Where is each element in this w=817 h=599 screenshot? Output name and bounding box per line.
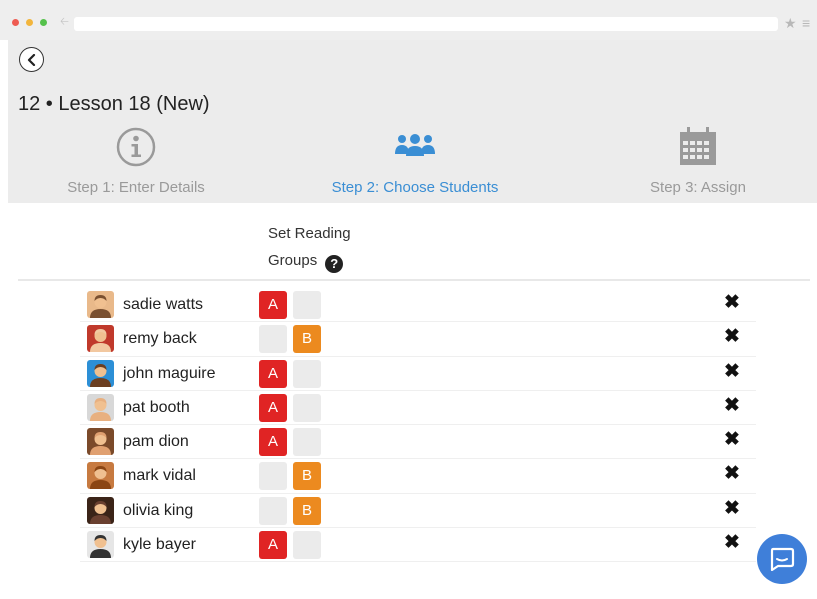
student-name: remy back [123, 330, 197, 348]
step-enter-details[interactable]: Step 1: Enter Details [56, 126, 216, 196]
app-window: 🡠 ★ ≡ 12 • Lesson 18 (New) Step 1: Enter… [0, 0, 817, 599]
student-avatar [87, 325, 114, 353]
maximize-window-dot[interactable] [40, 19, 47, 26]
step-label: Step 2: Choose Students [331, 179, 499, 196]
heading-line-2-text: Groups [268, 252, 318, 269]
student-row: mark vidal B ✖ [80, 459, 756, 494]
remove-student-icon[interactable]: ✖ [724, 326, 740, 348]
heading-line-1: Set Reading [268, 225, 351, 242]
group-a-toggle[interactable]: A [259, 359, 287, 388]
student-row: remy back B ✖ [80, 322, 756, 357]
remove-student-icon[interactable]: ✖ [724, 429, 740, 451]
remove-student-icon[interactable]: ✖ [724, 532, 740, 554]
student-name: sadie watts [123, 296, 204, 313]
back-button[interactable] [19, 47, 44, 72]
chat-button[interactable] [757, 534, 807, 584]
address-bar[interactable] [74, 17, 778, 31]
remove-student-icon[interactable]: ✖ [724, 395, 740, 417]
back-arrow-icon[interactable]: 🡠 [60, 13, 69, 32]
close-window-dot[interactable] [12, 19, 19, 26]
student-row: kyle bayer A ✖ [80, 528, 756, 563]
remove-student-icon[interactable]: ✖ [724, 292, 740, 314]
student-avatar [87, 428, 114, 456]
group-b-toggle[interactable] [293, 359, 321, 388]
group-b-toggle[interactable]: B [293, 496, 321, 525]
student-avatar [87, 531, 114, 559]
info-icon [116, 127, 156, 167]
step-label: Step 3: Assign [650, 179, 746, 196]
student-name: john maguire [123, 364, 216, 382]
group-b-toggle[interactable] [293, 393, 321, 422]
remove-student-icon[interactable]: ✖ [724, 463, 740, 485]
student-name: kyle bayer [123, 536, 196, 554]
student-name: pam dion [123, 433, 189, 451]
group-b-toggle[interactable]: B [293, 462, 321, 491]
step-label: Step 1: Enter Details [67, 179, 205, 196]
page-title: 12 • Lesson 18 (New) [18, 93, 210, 115]
student-avatar [87, 462, 114, 490]
group-b-toggle[interactable] [293, 531, 321, 560]
remove-student-icon[interactable]: ✖ [724, 498, 740, 520]
group-icon [395, 134, 435, 156]
minimize-window-dot[interactable] [26, 19, 33, 26]
remove-student-icon[interactable]: ✖ [724, 361, 740, 383]
student-avatar [87, 359, 114, 387]
chat-icon [770, 547, 795, 571]
student-row: pat booth A ✖ [80, 391, 756, 426]
student-avatar [87, 393, 114, 421]
student-name: pat booth [123, 398, 190, 416]
group-a-toggle[interactable]: A [259, 393, 287, 422]
menu-icon[interactable]: ≡ [802, 15, 810, 31]
divider [18, 279, 810, 281]
group-b-toggle[interactable] [293, 428, 321, 457]
group-a-toggle[interactable]: A [259, 428, 287, 457]
group-a-toggle[interactable] [259, 325, 287, 354]
group-a-toggle[interactable] [259, 496, 287, 525]
student-row: pam dion A ✖ [80, 425, 756, 460]
student-row: john maguire A ✖ [80, 357, 756, 391]
student-list: sadie watts A ✖ remy back B ✖ john maguire A ✖ pa… [80, 288, 756, 563]
question-mark-icon[interactable]: ? [325, 255, 344, 273]
student-name: mark vidal [123, 467, 196, 485]
reading-groups-heading: Set Reading Groups? [268, 220, 351, 274]
group-a-toggle[interactable]: A [259, 531, 287, 560]
lesson-header: 12 • Lesson 18 (New) Step 1: Enter Detai… [8, 40, 817, 203]
group-b-toggle[interactable] [293, 291, 321, 319]
student-row: olivia king B ✖ [80, 494, 756, 529]
step-assign[interactable]: Step 3: Assign [628, 126, 768, 196]
group-a-toggle[interactable]: A [259, 291, 287, 319]
student-avatar [87, 496, 114, 524]
student-avatar [87, 291, 114, 318]
group-b-toggle[interactable]: B [293, 325, 321, 354]
student-row: sadie watts A ✖ [80, 288, 756, 323]
step-choose-students[interactable]: Step 2: Choose Students [310, 126, 520, 196]
calendar-icon [680, 127, 716, 165]
student-name: olivia king [123, 501, 194, 519]
bookmark-star-icon[interactable]: ★ [784, 14, 797, 32]
browser-chrome: 🡠 ★ ≡ [0, 0, 817, 40]
group-a-toggle[interactable] [259, 462, 287, 491]
chevron-left-icon [27, 53, 35, 66]
heading-line-2: Groups? [268, 247, 351, 274]
